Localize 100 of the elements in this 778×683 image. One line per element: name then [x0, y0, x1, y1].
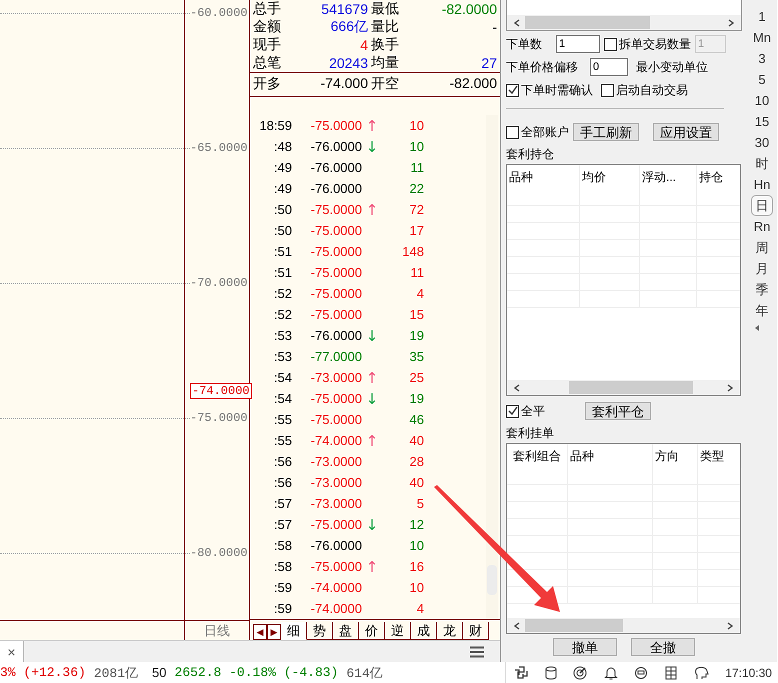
gauge-icon[interactable]: [573, 666, 588, 680]
checkbox[interactable]: [604, 38, 617, 50]
current-price-label: -74.0000: [190, 383, 252, 399]
bell-icon[interactable]: [604, 666, 618, 680]
period-button[interactable]: 5: [751, 69, 773, 90]
panel-tab[interactable]: 细: [281, 622, 307, 640]
axis-tick-label: -80.0000: [190, 545, 248, 561]
period-button[interactable]: 周: [751, 237, 773, 258]
menu-icon[interactable]: [470, 646, 484, 658]
period-button[interactable]: Mn: [751, 27, 773, 48]
tick-price: -76.0000: [310, 160, 362, 176]
tick-time: :53: [272, 349, 292, 364]
tick-price: -75.0000: [310, 391, 362, 406]
checkbox-label: 全平: [521, 402, 545, 420]
period-button[interactable]: 季: [751, 279, 773, 300]
column-header[interactable]: 品种: [507, 165, 580, 189]
field-label: 下单价格偏移: [506, 58, 579, 76]
checkbox-label: 启动自动交易: [616, 82, 688, 98]
column-header[interactable]: 套利组合: [507, 444, 568, 468]
period-button[interactable]: 1: [751, 6, 773, 27]
tick-price: -73.0000: [310, 496, 362, 512]
chat-icon[interactable]: [634, 666, 648, 680]
action-button[interactable]: 全撤: [631, 638, 695, 656]
ai-head-icon[interactable]: [694, 666, 709, 680]
period-button[interactable]: Hn: [751, 174, 773, 195]
checkbox[interactable]: [601, 84, 614, 96]
scroll-right-icon[interactable]: [726, 622, 734, 630]
scrollbar-thumb[interactable]: [525, 16, 650, 29]
interlock-icon[interactable]: [514, 666, 528, 680]
tick-volume: 10: [408, 580, 424, 596]
tick-volume: 12: [408, 517, 424, 532]
period-button[interactable]: 3: [751, 48, 773, 69]
tick-price: -75.0000: [310, 412, 362, 428]
quote-value: 20243: [329, 55, 368, 71]
column-header[interactable]: 品种: [568, 444, 653, 468]
period-button[interactable]: 10: [751, 90, 773, 111]
column-header[interactable]: 均价: [580, 165, 640, 189]
action-button[interactable]: 应用设置: [653, 123, 719, 141]
quote-label: 总笔: [252, 54, 282, 72]
period-button[interactable]: 15: [751, 111, 773, 132]
scroll-right-icon[interactable]: [726, 384, 734, 392]
list-icon[interactable]: [665, 666, 678, 680]
tick-volume: 10: [408, 118, 424, 134]
close-tab-button[interactable]: ×: [0, 641, 24, 662]
tick-volume: 22: [408, 181, 424, 196]
tick-volume: 25: [408, 370, 424, 386]
quote-value: 4: [360, 37, 368, 53]
quote-label: 开空: [370, 75, 400, 93]
tick-volume: 28: [408, 454, 424, 470]
period-button[interactable]: 年: [751, 300, 773, 321]
collapse-arrow-icon[interactable]: [755, 325, 759, 331]
tick-volume: 4: [416, 601, 424, 616]
tick-time: :50: [272, 202, 292, 218]
period-button[interactable]: 日: [751, 195, 773, 216]
index-quote: 50: [152, 665, 167, 680]
action-button[interactable]: 手工刷新: [573, 123, 639, 141]
period-button[interactable]: 时: [751, 153, 773, 174]
scroll-left-icon[interactable]: [513, 622, 521, 630]
period-label: 日线: [204, 622, 230, 640]
tab-nav-button[interactable]: ◀: [253, 624, 267, 640]
quantity-input[interactable]: 1: [556, 35, 600, 53]
scrollbar-thumb[interactable]: [525, 619, 623, 632]
tick-time: :58: [272, 559, 292, 574]
period-button[interactable]: 30: [751, 132, 773, 153]
quote-label: 最低: [370, 0, 400, 18]
checkbox[interactable]: [506, 404, 519, 418]
tick-volume: 72: [408, 202, 424, 218]
tick-price: -76.0000: [310, 328, 362, 344]
tick-direction-arrow: ↑: [366, 370, 378, 386]
tick-time: :50: [272, 223, 292, 238]
scrollbar[interactable]: [486, 115, 498, 620]
action-button[interactable]: 撤单: [553, 638, 617, 656]
tick-price: -75.0000: [310, 286, 362, 302]
period-button[interactable]: Rn: [751, 216, 773, 237]
column-header[interactable]: 类型: [698, 444, 742, 468]
scrollbar-thumb[interactable]: [569, 381, 693, 394]
price-offset-input[interactable]: 0: [590, 58, 628, 76]
quote-value: -82.0000: [442, 1, 497, 17]
tab-nav-button[interactable]: ▶: [267, 624, 281, 640]
period-button[interactable]: 月: [751, 258, 773, 279]
column-header[interactable]: 方向: [653, 444, 698, 468]
index-quote: 614亿: [346, 664, 383, 682]
tick-time: :59: [272, 601, 292, 616]
scroll-left-icon[interactable]: [513, 384, 521, 392]
tick-price: -74.0000: [310, 433, 362, 448]
quote-value: -82.000: [450, 75, 497, 91]
close-position-button[interactable]: 套利平仓: [585, 402, 651, 420]
clock: 17:10:30: [725, 666, 772, 680]
section-title: 套利持仓: [506, 146, 555, 163]
checkbox[interactable]: [506, 84, 519, 96]
tick-time: :56: [272, 454, 292, 470]
database-icon[interactable]: [544, 666, 557, 680]
column-header[interactable]: 浮动...: [640, 165, 697, 189]
scroll-left-icon[interactable]: [513, 18, 521, 26]
quote-value: -: [492, 19, 497, 35]
tick-price: -75.0000: [310, 265, 362, 280]
checkbox[interactable]: [506, 126, 519, 138]
column-header[interactable]: 持仓: [697, 165, 742, 189]
scroll-right-icon[interactable]: [727, 18, 735, 26]
tick-price: -75.0000: [310, 202, 362, 218]
